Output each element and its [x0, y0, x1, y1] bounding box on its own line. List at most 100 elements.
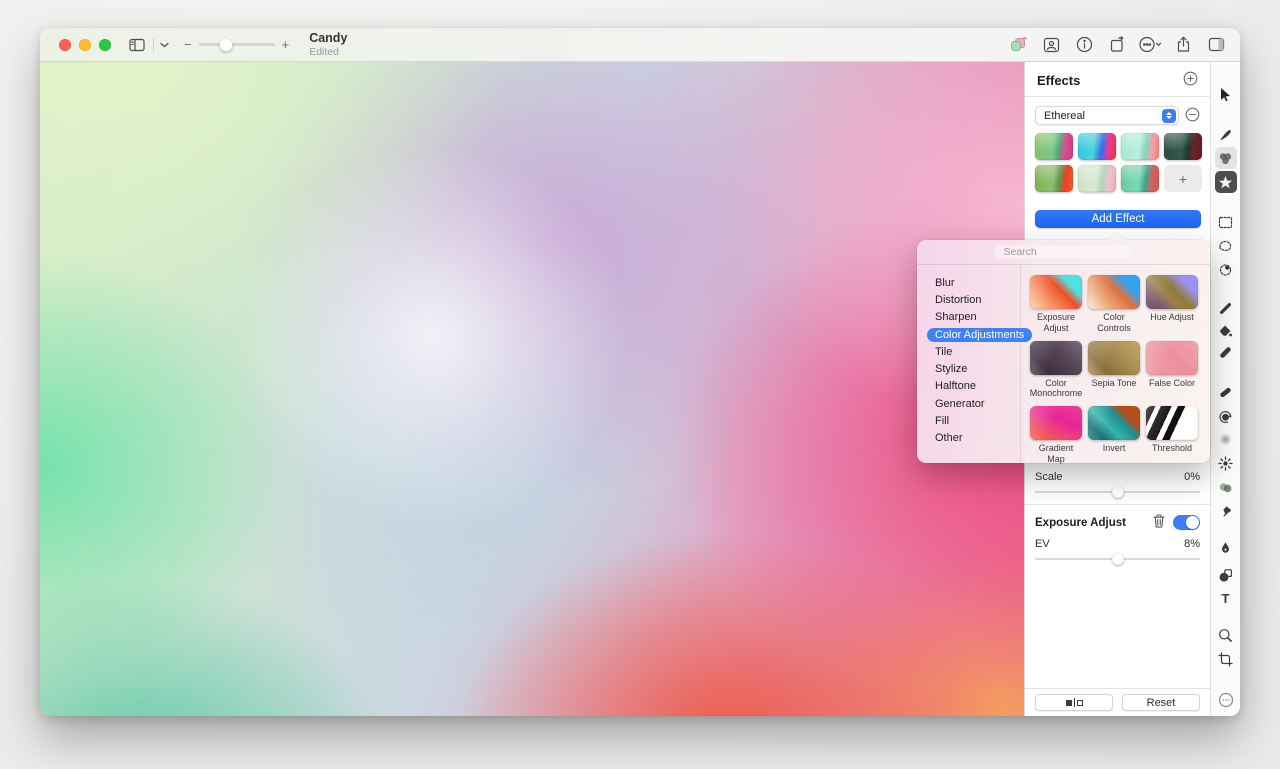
document-title: Candy Edited [309, 31, 347, 57]
search-field[interactable] [994, 244, 1134, 260]
preset-thumbnail[interactable] [1078, 133, 1116, 160]
fill-tool[interactable] [1215, 320, 1237, 342]
text-tool-icon: T [1222, 592, 1230, 605]
pen-tool[interactable] [1215, 537, 1237, 559]
zoom-tool[interactable] [1215, 624, 1237, 646]
add-effect-button[interactable]: Add Effect [1035, 210, 1201, 228]
effect-thumbnail [1030, 275, 1082, 309]
sharpen-tool[interactable] [1215, 452, 1237, 474]
canvas-image[interactable] [40, 62, 1024, 716]
reset-button[interactable]: Reset [1122, 694, 1200, 711]
effect-color-monochrome[interactable]: Color Monochrome [1029, 341, 1083, 400]
crop-tool[interactable] [1215, 648, 1237, 670]
effect-color-controls[interactable]: Color Controls [1087, 275, 1141, 334]
preset-thumbnail[interactable] [1164, 133, 1202, 160]
exposure-adjust-toggle[interactable] [1173, 515, 1200, 530]
rotate-canvas-button[interactable] [1105, 34, 1129, 56]
effect-exposure-adjust[interactable]: Exposure Adjust [1029, 275, 1083, 334]
more-options-button[interactable] [1138, 34, 1162, 56]
preset-thumbnail[interactable] [1078, 165, 1116, 192]
arrange-tool[interactable] [1215, 84, 1237, 106]
effect-thumbnail [1088, 406, 1140, 440]
category-generator[interactable]: Generator [935, 395, 1020, 412]
ev-slider[interactable] [1035, 552, 1200, 565]
compare-button[interactable] [1035, 694, 1113, 711]
shapes-icon [1218, 568, 1233, 583]
rect-selection-tool[interactable] [1215, 211, 1237, 233]
fullscreen-button[interactable] [99, 39, 111, 51]
category-tile[interactable]: Tile [935, 343, 1020, 360]
preset-thumbnail[interactable] [1121, 165, 1159, 192]
effect-gradient-map[interactable]: Gradient Map [1029, 406, 1083, 465]
scale-value: 0% [1184, 471, 1200, 483]
share-button[interactable] [1171, 34, 1195, 56]
category-other[interactable]: Other [935, 430, 1020, 447]
add-preset-tile[interactable]: + [1164, 165, 1202, 192]
text-tool[interactable]: T [1215, 587, 1237, 609]
paint-tool[interactable] [1215, 297, 1237, 319]
soften-tool[interactable] [1215, 428, 1237, 450]
effects-gallery-button[interactable] [1006, 34, 1030, 56]
info-button[interactable] [1072, 34, 1096, 56]
clone-tool[interactable] [1215, 405, 1237, 427]
crop-icon [1218, 652, 1233, 667]
preset-thumbnail[interactable] [1121, 133, 1159, 160]
quick-selection-tool[interactable] [1215, 258, 1237, 280]
titlebar-actions [1006, 34, 1228, 56]
effects-brush-tool[interactable] [1215, 124, 1237, 146]
category-halftone[interactable]: Halftone [935, 378, 1020, 395]
color-replace-tool[interactable] [1215, 476, 1237, 498]
more-options-icon [1139, 36, 1162, 53]
category-fill[interactable]: Fill [935, 412, 1020, 429]
titlebar: − + Candy Edited [40, 28, 1240, 62]
category-blur[interactable]: Blur [935, 274, 1020, 291]
magnifier-icon [1218, 628, 1233, 643]
zoom-in-button[interactable]: + [282, 37, 290, 52]
ev-slider-knob[interactable] [1112, 553, 1124, 565]
more-tools-button[interactable] [1215, 689, 1237, 711]
sidebar-mode-dropdown[interactable] [152, 34, 176, 56]
eraser-tool[interactable] [1215, 341, 1237, 363]
brush-icon [1218, 128, 1233, 143]
search-input[interactable] [1004, 246, 1139, 258]
toggle-knob [1186, 516, 1199, 529]
document-state: Edited [309, 46, 347, 58]
preset-select[interactable]: Ethereal [1035, 106, 1179, 125]
add-preset-button[interactable] [1183, 71, 1198, 89]
effects-tool[interactable] [1215, 171, 1237, 193]
category-stylize[interactable]: Stylize [935, 360, 1020, 377]
category-sharpen[interactable]: Sharpen [935, 309, 1020, 326]
rect-selection-icon [1218, 215, 1233, 230]
scale-slider[interactable] [1035, 485, 1200, 498]
warp-tool[interactable]: ☛ [1215, 500, 1237, 522]
freeform-selection-tool[interactable] [1215, 234, 1237, 256]
trash-icon [1153, 514, 1165, 528]
shapes-tool[interactable] [1215, 564, 1237, 586]
zoom-out-button[interactable]: − [184, 37, 192, 52]
preset-thumbnail[interactable] [1035, 165, 1073, 192]
category-distortion[interactable]: Distortion [935, 291, 1020, 308]
retouch-tool[interactable] [1215, 381, 1237, 403]
cursor-icon [1218, 87, 1233, 103]
scale-slider-knob[interactable] [1112, 486, 1124, 498]
toggle-right-sidebar-button[interactable] [1204, 34, 1228, 56]
zoom-slider[interactable] [199, 43, 275, 46]
delete-effect-button[interactable] [1153, 514, 1165, 531]
clone-icon [1218, 409, 1233, 424]
toggle-left-sidebar-button[interactable] [125, 34, 149, 56]
effect-invert[interactable]: Invert [1087, 406, 1141, 465]
remove-preset-button[interactable] [1185, 107, 1200, 125]
preset-thumbnail[interactable] [1035, 133, 1073, 160]
scale-row: Scale 0% [1025, 471, 1210, 483]
zoom-slider-knob[interactable] [219, 38, 232, 51]
close-button[interactable] [59, 39, 71, 51]
effect-threshold[interactable]: Threshold [1145, 406, 1199, 465]
minimize-button[interactable] [79, 39, 91, 51]
effect-hue-adjust[interactable]: Hue Adjust [1145, 275, 1199, 334]
color-adjustments-tool[interactable] [1215, 147, 1237, 169]
category-color-adjustments[interactable]: Color Adjustments [935, 326, 1020, 343]
effect-sepia-tone[interactable]: Sepia Tone [1087, 341, 1141, 400]
portrait-button[interactable] [1039, 34, 1063, 56]
effect-false-color[interactable]: False Color [1145, 341, 1199, 400]
quick-selection-icon [1218, 262, 1233, 277]
